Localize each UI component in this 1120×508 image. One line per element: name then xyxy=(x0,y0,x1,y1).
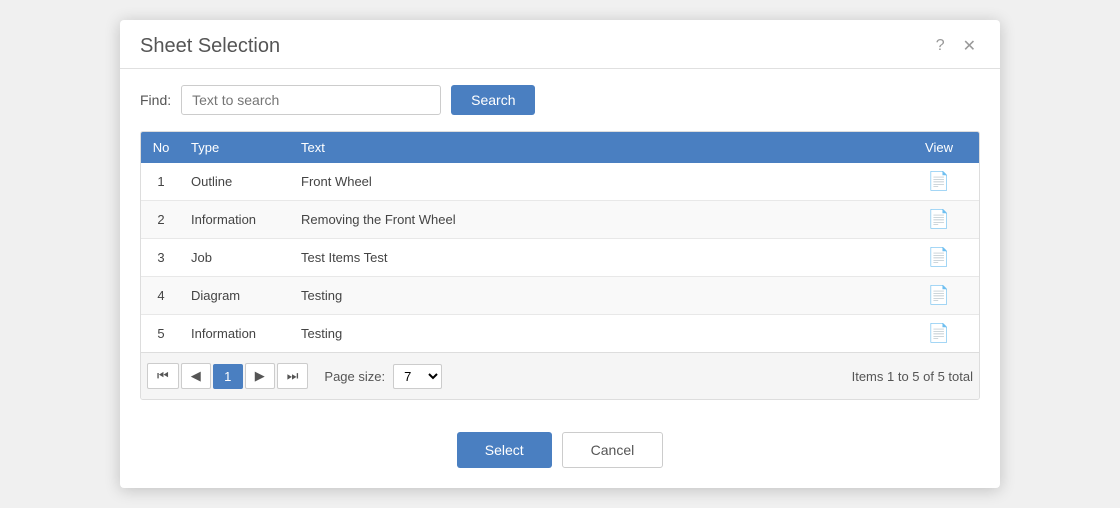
cell-no: 1 xyxy=(141,163,181,201)
view-document-icon[interactable]: 📄 xyxy=(928,171,950,191)
cell-view: 📄 xyxy=(899,315,979,353)
sheet-table: No Type Text View 1 Outline Front Wheel … xyxy=(141,132,979,352)
cell-type: Information xyxy=(181,201,291,239)
table-row: 3 Job Test Items Test 📄 xyxy=(141,239,979,277)
close-icon-button[interactable]: ✕ xyxy=(959,34,980,58)
pagination-row: ⏮ ◀ 1 ▶ ⏭ Page size: 7 10 25 50 xyxy=(141,352,979,399)
cell-no: 5 xyxy=(141,315,181,353)
table-row: 2 Information Removing the Front Wheel 📄 xyxy=(141,201,979,239)
table-row: 5 Information Testing 📄 xyxy=(141,315,979,353)
current-page-button[interactable]: 1 xyxy=(213,364,243,389)
cell-view: 📄 xyxy=(899,277,979,315)
cell-type: Diagram xyxy=(181,277,291,315)
cell-type: Outline xyxy=(181,163,291,201)
search-button[interactable]: Search xyxy=(451,85,535,115)
cell-text: Testing xyxy=(291,277,899,315)
view-document-icon[interactable]: 📄 xyxy=(928,209,950,229)
modal-header: Sheet Selection ? ✕ xyxy=(120,20,1000,69)
cell-text: Front Wheel xyxy=(291,163,899,201)
page-size-row: Page size: 7 10 25 50 xyxy=(324,364,442,389)
modal-title: Sheet Selection xyxy=(140,35,280,58)
sheet-selection-modal: Sheet Selection ? ✕ Find: Search No Type… xyxy=(120,20,1000,488)
prev-page-button[interactable]: ◀ xyxy=(181,363,211,389)
col-header-view: View xyxy=(899,132,979,163)
cell-type: Job xyxy=(181,239,291,277)
cell-no: 2 xyxy=(141,201,181,239)
table-container: No Type Text View 1 Outline Front Wheel … xyxy=(140,131,980,400)
last-page-button[interactable]: ⏭ xyxy=(277,363,309,389)
cell-type: Information xyxy=(181,315,291,353)
cell-view: 📄 xyxy=(899,201,979,239)
items-info: Items 1 to 5 of 5 total xyxy=(852,369,973,384)
search-row: Find: Search xyxy=(140,85,980,115)
view-document-icon[interactable]: 📄 xyxy=(928,247,950,267)
find-label: Find: xyxy=(140,92,171,108)
col-header-text: Text xyxy=(291,132,899,163)
cell-view: 📄 xyxy=(899,239,979,277)
cell-view: 📄 xyxy=(899,163,979,201)
cell-text: Testing xyxy=(291,315,899,353)
page-size-select[interactable]: 7 10 25 50 xyxy=(393,364,442,389)
cell-text: Test Items Test xyxy=(291,239,899,277)
modal-body: Find: Search No Type Text View 1 Outline… xyxy=(120,69,1000,416)
pagination-controls: ⏮ ◀ 1 ▶ ⏭ xyxy=(147,363,308,389)
first-page-button[interactable]: ⏮ xyxy=(147,363,179,389)
table-row: 1 Outline Front Wheel 📄 xyxy=(141,163,979,201)
col-header-type: Type xyxy=(181,132,291,163)
cancel-button[interactable]: Cancel xyxy=(562,432,664,468)
pagination-left: ⏮ ◀ 1 ▶ ⏭ Page size: 7 10 25 50 xyxy=(147,363,442,389)
cell-no: 3 xyxy=(141,239,181,277)
table-row: 4 Diagram Testing 📄 xyxy=(141,277,979,315)
page-size-label: Page size: xyxy=(324,369,385,384)
select-button[interactable]: Select xyxy=(457,432,552,468)
cell-text: Removing the Front Wheel xyxy=(291,201,899,239)
cell-no: 4 xyxy=(141,277,181,315)
help-icon-button[interactable]: ? xyxy=(932,35,949,57)
next-page-button[interactable]: ▶ xyxy=(245,363,275,389)
view-document-icon[interactable]: 📄 xyxy=(928,285,950,305)
modal-footer: Select Cancel xyxy=(120,416,1000,488)
view-document-icon[interactable]: 📄 xyxy=(928,323,950,343)
search-input[interactable] xyxy=(181,85,441,115)
header-icons: ? ✕ xyxy=(932,34,980,58)
col-header-no: No xyxy=(141,132,181,163)
